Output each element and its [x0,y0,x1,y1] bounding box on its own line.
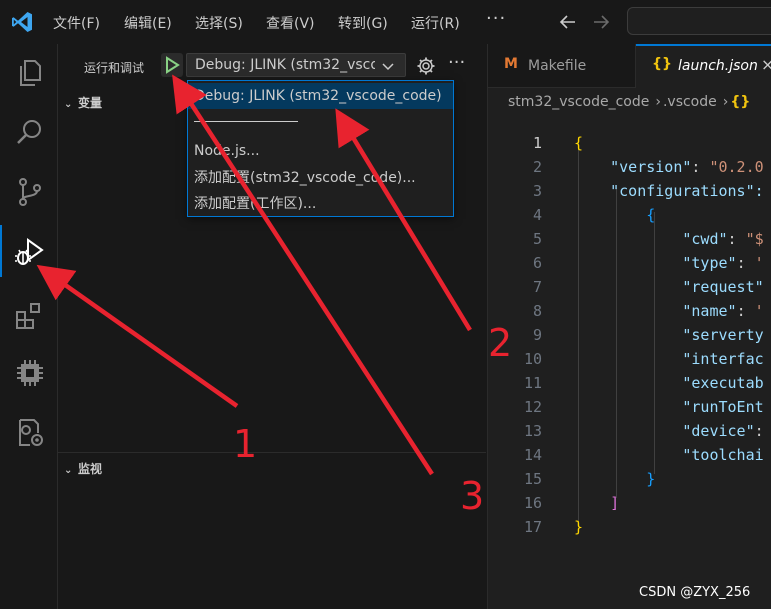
chevron-down-icon [382,63,394,71]
forward-arrow-icon[interactable] [591,12,611,32]
dropdown-separator [194,121,298,122]
menu-view[interactable]: 查看(V) [266,13,315,33]
code-line: 7 "request" [532,278,764,296]
code-line: 4 { [532,206,656,224]
gear-icon[interactable] [416,56,436,76]
start-debugging-button[interactable] [161,53,183,77]
tab-launch-json-label: launch.json [678,58,758,74]
code-line: 10 "interfac [523,350,764,368]
breadcrumb: stm32_vscode_code › .vscode ›{} [508,94,752,110]
tab-makefile-label: Makefile [528,58,587,74]
code-editor[interactable]: 1{ 2 "version": "0.2.0 3 "configurations… [488,116,771,576]
editor-tabs: M Makefile {} launch.json × [488,44,771,88]
play-icon [166,56,180,74]
chevron-down-icon: ⌄ [64,99,73,110]
debug-config-dropdown: Debug: JLINK (stm32_vscode_code) Node.js… [187,80,454,217]
debug-config-select[interactable]: Debug: JLINK (stm32_vscode_code) [186,53,406,77]
watch-label: 监视 [78,462,103,476]
command-center-search[interactable] [627,7,771,35]
chevron-down-icon: ⌄ [64,465,73,476]
json-file-icon: {} [652,56,672,72]
code-line: 11 "executab [523,374,764,392]
close-icon[interactable]: × [761,55,771,74]
section-divider [58,452,486,453]
dropdown-item-nodejs[interactable]: Node.js... [188,138,453,164]
code-line: 13 "device": [523,422,764,440]
code-line: 15 } [523,470,656,488]
search-icon[interactable] [14,116,46,148]
code-line: 6 "type": ' [532,254,764,272]
extensions-icon[interactable] [14,299,46,331]
dropdown-item-jlink[interactable]: Debug: JLINK (stm32_vscode_code) [188,83,453,109]
makefile-icon: M [504,56,518,72]
vscode-logo-icon [12,12,32,32]
tab-launch-json[interactable]: {} launch.json × [636,44,771,88]
dropdown-item-add-config-folder[interactable]: 添加配置(stm32_vscode_code)... [188,165,453,191]
debug-config-value: Debug: JLINK (stm32_vscode_code) [195,57,375,73]
annotation-label-2: 2 [488,321,513,365]
source-control-icon[interactable] [14,176,46,208]
breadcrumb-vscode[interactable]: .vscode [663,94,717,110]
code-line: 16 ] [523,494,620,512]
watermark: CSDN @ZYX_256 [639,585,751,600]
watch-section-header[interactable]: ⌄ 监视 [64,460,102,477]
breadcrumb-folder[interactable]: stm32_vscode_code [508,94,649,110]
code-line: 14 "toolchai [523,446,764,464]
menu-go[interactable]: 转到(G) [338,13,388,33]
menu-file[interactable]: 文件(F) [53,13,100,33]
json-file-icon[interactable]: {} [730,94,750,110]
menu-more-button[interactable]: ··· [486,8,506,29]
menu-selection[interactable]: 选择(S) [195,13,243,33]
chevron-right-icon: › [722,94,729,110]
tab-makefile[interactable]: M Makefile [488,44,636,88]
run-debug-icon[interactable] [14,236,46,268]
code-line: 2 "version": "0.2.0 [532,158,764,176]
menu-edit[interactable]: 编辑(E) [124,13,172,33]
annotation-label-1: 1 [233,422,258,466]
code-line: 5 "cwd": "$ [532,230,764,248]
code-line: 1{ [532,134,584,152]
code-line: 17} [523,518,584,536]
code-line: 12 "runToEnt [523,398,764,416]
chevron-right-icon: › [655,94,661,110]
variables-section-header[interactable]: ⌄ 变量 [64,94,102,111]
menu-run[interactable]: 运行(R) [411,13,460,33]
code-line: 3 "configurations": [532,182,764,200]
active-indicator [0,225,2,277]
annotation-label-3: 3 [460,474,485,518]
title-bar: 文件(F) 编辑(E) 选择(S) 查看(V) 转到(G) 运行(R) ··· [0,0,771,44]
back-arrow-icon[interactable] [558,12,578,32]
explorer-icon[interactable] [14,57,46,89]
code-line: 9 "serverty [532,326,764,344]
code-line: 8 "name": ' [532,302,764,320]
editor-area: M Makefile {} launch.json × stm32_vscode… [488,44,771,609]
dropdown-item-add-config-workspace[interactable]: 添加配置(工作区)... [188,191,453,217]
sidebar-title: 运行和调试 [84,61,145,75]
remote-explorer-icon[interactable] [14,417,46,449]
chip-icon[interactable] [14,357,46,389]
variables-label: 变量 [78,96,103,110]
activity-bar [0,44,58,609]
sidebar-more-button[interactable]: ··· [448,52,465,73]
